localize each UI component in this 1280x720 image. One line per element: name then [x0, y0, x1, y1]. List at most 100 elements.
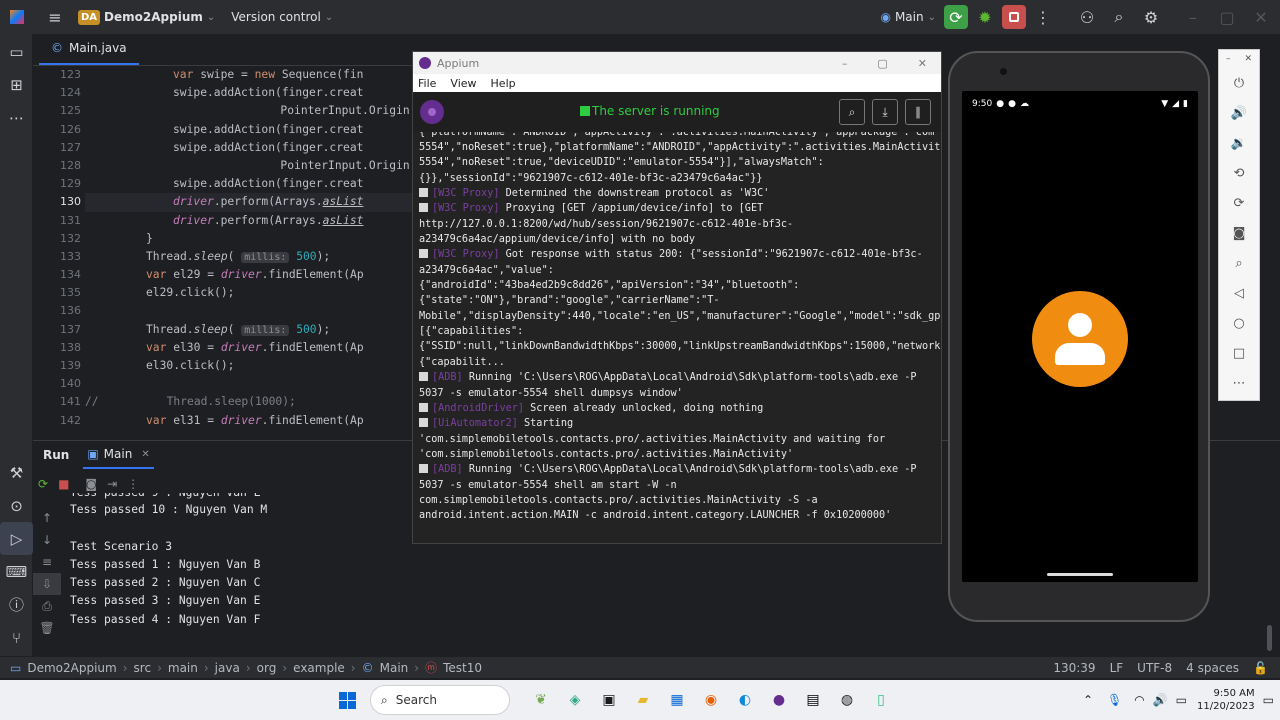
- services-icon[interactable]: ⊙: [0, 489, 33, 522]
- minimize-icon[interactable]: –: [1226, 54, 1231, 64]
- encoding[interactable]: UTF-8: [1137, 661, 1172, 675]
- log-text: {}},"sessionId":"9621907c-c612-401e-bf3c…: [419, 172, 763, 184]
- gear-icon[interactable]: ⚙: [1140, 6, 1162, 28]
- mic-icon[interactable]: 🎙: [1107, 693, 1122, 707]
- breadcrumb-item[interactable]: main: [168, 661, 198, 675]
- hamburger-menu-icon[interactable]: ≡: [44, 6, 66, 28]
- close-icon[interactable]: ✕: [141, 449, 149, 460]
- close-icon[interactable]: ✕: [1250, 6, 1272, 28]
- github-icon[interactable]: ◍: [832, 685, 862, 715]
- task-view-icon[interactable]: ▣: [594, 685, 624, 715]
- notification-icon[interactable]: ▭: [1263, 693, 1274, 707]
- breadcrumb-item[interactable]: src: [134, 661, 152, 675]
- appium-icon[interactable]: ●: [764, 685, 794, 715]
- menu-view[interactable]: View: [450, 77, 476, 90]
- search-icon[interactable]: ⌕: [1108, 6, 1130, 28]
- line-separator[interactable]: LF: [1110, 661, 1124, 675]
- search-icon[interactable]: ⌕: [839, 99, 865, 125]
- breadcrumb-item[interactable]: org: [257, 661, 277, 675]
- phone-status-bar: 9:50 ● ● ☁ ▼ ◢ ▮: [962, 91, 1198, 117]
- code-area[interactable]: var swipe = new Sequence(fin swipe.addAct…: [85, 66, 415, 430]
- line-number: 134: [60, 268, 81, 282]
- wifi-icon[interactable]: ◠: [1134, 693, 1144, 707]
- menu-file[interactable]: File: [418, 77, 436, 90]
- appium-log[interactable]: {"platformName":"ANDROID","appActivity":…: [413, 132, 941, 542]
- zoom-icon[interactable]: ⌕: [1219, 248, 1259, 278]
- scroll-to-end-icon[interactable]: ⇩: [33, 573, 61, 595]
- project-selector[interactable]: DA Demo2Appium ⌄: [78, 9, 215, 25]
- arrow-up-icon[interactable]: ↑: [33, 507, 61, 529]
- pause-icon[interactable]: ∥: [905, 99, 931, 125]
- vcs-menu[interactable]: Version control ⌄: [231, 10, 333, 24]
- more-vert-icon[interactable]: ⋮: [1032, 6, 1054, 28]
- back-icon[interactable]: ◁: [1219, 278, 1259, 308]
- intellij-icon[interactable]: ▤: [798, 685, 828, 715]
- soft-wrap-icon[interactable]: ≡: [33, 551, 61, 573]
- folder-icon[interactable]: ▭: [0, 35, 33, 68]
- stop-icon[interactable]: [1002, 5, 1026, 29]
- terminal-icon[interactable]: ⌨: [0, 555, 33, 588]
- menu-help[interactable]: Help: [491, 77, 516, 90]
- breadcrumb-item[interactable]: Main: [380, 661, 409, 675]
- maximize-icon[interactable]: ▢: [1216, 6, 1238, 28]
- download-icon[interactable]: ⤓: [872, 99, 898, 125]
- breadcrumb-item[interactable]: Test10: [443, 661, 482, 675]
- copilot-icon[interactable]: ◈: [560, 685, 590, 715]
- store-icon[interactable]: ▦: [662, 685, 692, 715]
- problems-icon[interactable]: ⓘ: [0, 588, 33, 621]
- more-icon[interactable]: ⋯: [0, 101, 33, 134]
- scrollbar[interactable]: [1267, 625, 1272, 651]
- log-line: com.simplemobiletools.contacts.pro/.acti…: [419, 493, 935, 508]
- indent[interactable]: 4 spaces: [1186, 661, 1239, 675]
- widgets-icon[interactable]: ❦: [526, 685, 556, 715]
- overview-icon[interactable]: □: [1219, 338, 1259, 368]
- tab-main-java[interactable]: © Main.java: [39, 33, 139, 65]
- structure-icon[interactable]: ⊞: [0, 68, 33, 101]
- print-icon[interactable]: ⎙: [33, 595, 61, 617]
- line-number: 130: [60, 195, 81, 209]
- camera-icon[interactable]: ◙: [1219, 218, 1259, 248]
- breadcrumb-item[interactable]: java: [215, 661, 240, 675]
- battery-icon[interactable]: ▭: [1176, 693, 1187, 707]
- volume-down-icon[interactable]: 🔉: [1219, 128, 1259, 158]
- more-icon[interactable]: ⋯: [1219, 368, 1259, 398]
- rotate-left-icon[interactable]: ⟲: [1219, 158, 1259, 188]
- intellij-logo-icon[interactable]: [6, 6, 28, 28]
- stop-icon[interactable]: ■: [58, 477, 69, 497]
- git-icon[interactable]: ⑂: [0, 621, 33, 654]
- volume-up-icon[interactable]: 🔊: [1219, 98, 1259, 128]
- lock-icon[interactable]: 🔓: [1253, 661, 1268, 675]
- trash-icon[interactable]: 🗑: [33, 617, 61, 639]
- power-icon[interactable]: ⏻: [1219, 68, 1259, 98]
- chevron-up-icon[interactable]: ⌃: [1083, 693, 1093, 707]
- nav-gesture-bar[interactable]: [1047, 573, 1113, 576]
- rotate-right-icon[interactable]: ⟳: [1219, 188, 1259, 218]
- minimize-icon[interactable]: –: [1182, 6, 1204, 28]
- add-user-icon[interactable]: ⚇: [1076, 6, 1098, 28]
- debug-icon[interactable]: ✹: [974, 6, 996, 28]
- emulator-icon[interactable]: ▯: [866, 685, 896, 715]
- run-tool-icon[interactable]: ▷: [0, 522, 33, 555]
- hammer-icon[interactable]: ⚒: [0, 456, 33, 489]
- taskbar-clock[interactable]: 9:50 AM 11/20/2023: [1197, 687, 1255, 713]
- breadcrumb-item[interactable]: example: [293, 661, 345, 675]
- arrow-down-icon[interactable]: ↓: [33, 529, 61, 551]
- run-config-selector[interactable]: ◉ Main ⌄: [880, 10, 936, 24]
- rerun-icon[interactable]: ⟳: [38, 477, 48, 497]
- edge-icon[interactable]: ◐: [730, 685, 760, 715]
- speaker-icon[interactable]: 🔊: [1153, 693, 1168, 707]
- windows-start-icon[interactable]: [332, 685, 362, 715]
- maximize-icon[interactable]: ▢: [877, 57, 887, 70]
- cursor-position[interactable]: 130:39: [1053, 661, 1095, 675]
- tab-main-run[interactable]: ▣ Main ✕: [83, 441, 154, 469]
- minimize-icon[interactable]: –: [842, 57, 848, 70]
- close-icon[interactable]: ✕: [918, 57, 927, 70]
- rerun-icon[interactable]: ⟳: [944, 5, 968, 29]
- firefox-icon[interactable]: ◉: [696, 685, 726, 715]
- taskbar-search[interactable]: ⌕ Search: [370, 685, 510, 715]
- home-icon[interactable]: ○: [1219, 308, 1259, 338]
- close-icon[interactable]: ✕: [1244, 54, 1252, 64]
- file-explorer-icon[interactable]: ▰: [628, 685, 658, 715]
- breadcrumb-item[interactable]: Demo2Appium: [27, 661, 116, 675]
- phone-screen[interactable]: 9:50 ● ● ☁ ▼ ◢ ▮: [962, 91, 1198, 582]
